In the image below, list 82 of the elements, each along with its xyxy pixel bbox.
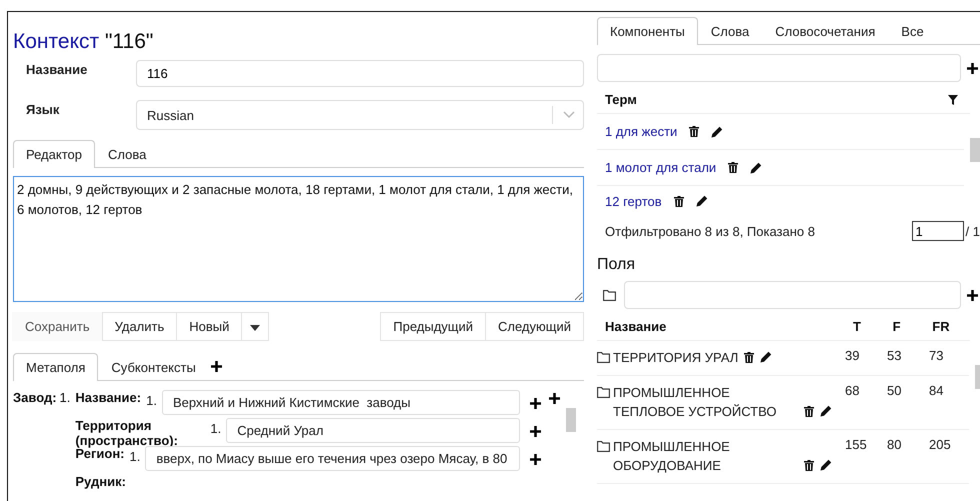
- pencil-icon[interactable]: [711, 126, 724, 138]
- folder-icon: [603, 290, 616, 300]
- text-editor[interactable]: 2 домны, 9 действующих и 2 запасные молота, 18 гертами, 1 молот для стали, 1 для жести, 6 молотов, 12 гертов: [13, 176, 584, 302]
- table-cell-text: 53: [887, 348, 902, 363]
- column-header[interactable]: Терм: [605, 92, 637, 107]
- table-cell-text: 68: [845, 383, 860, 398]
- nav-button[interactable]: Следующий: [485, 312, 584, 341]
- filter-status: Отфильтровано 8 из 8, Показано 8: [605, 224, 815, 238]
- folder-icon: [597, 441, 610, 452]
- dropdown-button[interactable]: [241, 312, 270, 341]
- field-name[interactable]: ТЕРРИТОРИЯ УРАЛ: [613, 348, 738, 367]
- table-cell-text: 39: [845, 348, 860, 363]
- trash-icon[interactable]: [804, 406, 814, 417]
- table-cell-text: 73: [929, 348, 944, 363]
- page-title: Контекст "116": [13, 30, 154, 54]
- plus-icon[interactable]: [530, 454, 541, 465]
- column-header[interactable]: F: [892, 319, 932, 334]
- field-name[interactable]: ПРОМЫШЛЕННОЕ ТЕПЛОВОЕ УСТРОЙСТВО: [613, 383, 798, 421]
- metafield-input[interactable]: Верхний и Нижний Кистимские заводы: [162, 390, 520, 415]
- value-index: 1.: [130, 449, 140, 464]
- language-select[interactable]: Russian: [136, 100, 584, 130]
- folder-icon: [597, 387, 610, 398]
- plus-icon[interactable]: [967, 62, 978, 74]
- trash-icon[interactable]: [804, 460, 814, 471]
- plus-icon[interactable]: [210, 361, 222, 372]
- tab[interactable]: Все: [888, 17, 937, 45]
- pencil-icon[interactable]: [820, 405, 832, 417]
- term-link[interactable]: 1 молот для стали: [605, 160, 716, 175]
- table-cell-text: 80: [887, 437, 902, 452]
- trash-icon[interactable]: [744, 352, 754, 363]
- metafield-label: Название:: [75, 390, 142, 405]
- pencil-icon[interactable]: [760, 351, 772, 363]
- column-header[interactable]: Название: [605, 319, 843, 334]
- tab[interactable]: Слова: [94, 140, 160, 168]
- tab[interactable]: Субконтексты: [98, 353, 209, 381]
- caret-icon: [250, 325, 260, 331]
- plus-icon[interactable]: [530, 426, 541, 437]
- pencil-icon[interactable]: [696, 195, 708, 207]
- name-field[interactable]: 116: [136, 60, 584, 87]
- field-name[interactable]: ПРОМЫШЛЕННОЕ ОБОРУДОВАНИЕ: [613, 437, 798, 475]
- metafield-input[interactable]: Средний Урал: [226, 418, 520, 443]
- plus-icon[interactable]: [967, 290, 978, 300]
- trash-icon[interactable]: [689, 126, 700, 137]
- folder-icon: [597, 352, 610, 363]
- column-header[interactable]: FR: [932, 319, 970, 334]
- trash-icon[interactable]: [674, 196, 684, 206]
- tab[interactable]: Редактор: [13, 140, 95, 168]
- field-label: Название: [25, 61, 88, 77]
- term-link[interactable]: 1 для жести: [605, 124, 678, 139]
- pencil-icon[interactable]: [820, 459, 832, 471]
- action-button[interactable]: Новый: [176, 312, 242, 341]
- column-header[interactable]: T: [853, 319, 893, 334]
- tab[interactable]: Словосочетания: [762, 17, 888, 45]
- tab[interactable]: Слова: [698, 17, 762, 45]
- metafield-label: Территория (пространство):: [75, 418, 179, 448]
- table-cell-text: 50: [887, 383, 902, 398]
- metafield-input[interactable]: вверх, по Миасу выше его течения чрез озеро Мясау, в 80: [145, 446, 520, 471]
- metafield-label: Рудник:: [75, 474, 126, 489]
- trash-icon[interactable]: [728, 162, 738, 173]
- action-button[interactable]: Удалить: [102, 312, 178, 341]
- plus-icon[interactable]: [549, 393, 560, 404]
- plus-icon[interactable]: [530, 398, 541, 409]
- table-cell-text: 84: [929, 383, 944, 398]
- page-total: / 1: [966, 224, 980, 238]
- filter-icon[interactable]: [948, 94, 958, 104]
- group-index: 1.: [60, 390, 70, 407]
- nav-button[interactable]: Предыдущий: [380, 312, 486, 341]
- chevron-down-icon: [563, 111, 575, 119]
- table-cell-text: 155: [845, 437, 868, 452]
- section-title: Поля: [597, 256, 636, 274]
- value-index: 1.: [210, 421, 222, 436]
- folder-input[interactable]: [624, 281, 961, 309]
- term-link[interactable]: 12 гертов: [605, 194, 662, 208]
- search-field[interactable]: [597, 54, 961, 82]
- tab[interactable]: Метаполя: [13, 353, 98, 381]
- value-index: 1.: [146, 393, 157, 408]
- tab[interactable]: Компоненты: [597, 17, 698, 45]
- field-label: Язык: [25, 101, 60, 117]
- table-cell-text: 205: [929, 437, 952, 452]
- page-input[interactable]: 1: [912, 221, 964, 241]
- pencil-icon[interactable]: [750, 162, 762, 174]
- group-label: Завод:: [13, 390, 57, 407]
